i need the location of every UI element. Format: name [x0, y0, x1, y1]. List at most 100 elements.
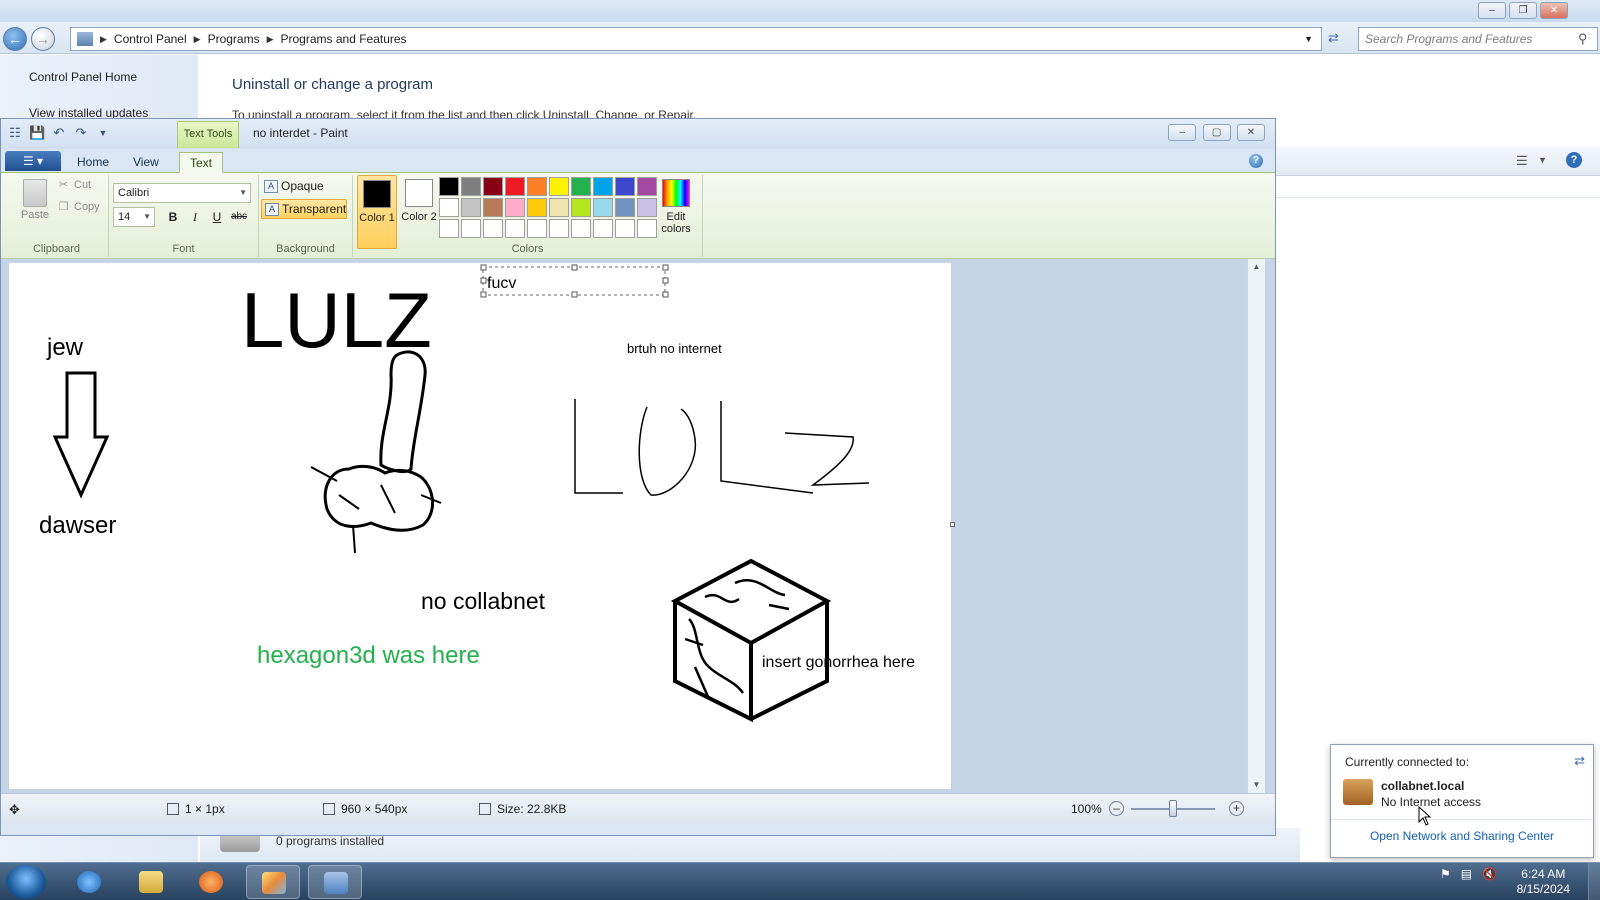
tab-text[interactable]: Text	[179, 152, 224, 173]
palette-color-9[interactable]	[637, 177, 657, 196]
breadcrumb-programs-and-features[interactable]: Programs and Features	[277, 32, 411, 46]
back-button[interactable]: ←	[3, 27, 27, 51]
zoom-in-icon[interactable]: +	[1229, 801, 1244, 816]
taskbar-internet-explorer[interactable]	[62, 865, 116, 899]
paste-label: Paste	[20, 209, 50, 221]
action-center-flag-icon[interactable]: ⚑	[1440, 867, 1451, 881]
network-name[interactable]: collabnet.local	[1381, 779, 1464, 793]
show-desktop-button[interactable]	[1588, 863, 1600, 900]
taskbar-media-player[interactable]	[184, 865, 238, 899]
paint-menu-button[interactable]: ☰ ▾	[5, 151, 61, 171]
view-dropdown-icon[interactable]: ▼	[1538, 155, 1547, 165]
scroll-down-icon[interactable]: ▼	[1248, 777, 1265, 793]
taskbar-explorer[interactable]	[124, 865, 178, 899]
palette-color-25[interactable]	[549, 219, 569, 238]
palette-color-20[interactable]	[439, 219, 459, 238]
palette-color-1[interactable]	[461, 177, 481, 196]
tab-view[interactable]: View	[123, 152, 169, 173]
bold-button[interactable]: B	[163, 207, 183, 227]
font-size-value: 14	[118, 211, 131, 223]
palette-color-7[interactable]	[593, 177, 613, 196]
palette-color-14[interactable]	[527, 198, 547, 217]
customize-qat-icon[interactable]: ▼	[95, 125, 111, 141]
cut-button[interactable]: ✂ Cut	[57, 179, 91, 191]
edit-colors-button[interactable]: Edit colors	[657, 175, 695, 249]
canvas-resize-handle[interactable]	[950, 522, 955, 527]
italic-button[interactable]: I	[185, 207, 205, 227]
taskbar-control-panel[interactable]	[308, 865, 362, 899]
palette-color-0[interactable]	[439, 177, 459, 196]
font-size-select[interactable]: 14 ▼	[113, 207, 155, 227]
palette-color-4[interactable]	[527, 177, 547, 196]
palette-color-10[interactable]	[439, 198, 459, 217]
clock[interactable]: 6:24 AM 8/15/2024	[1517, 867, 1570, 897]
font-family-select[interactable]: Calibri ▼	[113, 183, 251, 203]
palette-color-5[interactable]	[549, 177, 569, 196]
palette-color-19[interactable]	[637, 198, 657, 217]
palette-color-26[interactable]	[571, 219, 591, 238]
drawing-canvas[interactable]: LULZ jew dawser fucv brtuh no internet n…	[9, 263, 951, 789]
strikethrough-button[interactable]: abc	[229, 207, 249, 227]
palette-color-18[interactable]	[615, 198, 635, 217]
zoom-out-icon[interactable]: –	[1109, 801, 1124, 816]
cube-top-drawing	[670, 558, 832, 646]
start-button[interactable]	[6, 865, 46, 899]
copy-button[interactable]: ❐ Copy	[57, 201, 100, 213]
close-button[interactable]: ✕	[1540, 2, 1568, 19]
redo-icon[interactable]: ↷	[73, 125, 89, 141]
refresh-icon[interactable]: ⇄	[1328, 30, 1339, 46]
palette-color-21[interactable]	[461, 219, 481, 238]
search-icon[interactable]: ⚲	[1578, 31, 1588, 47]
view-options-icon[interactable]: ☰	[1516, 153, 1528, 169]
help-icon[interactable]: ?	[1249, 154, 1263, 168]
paste-button[interactable]: Paste	[15, 179, 55, 231]
palette-color-13[interactable]	[505, 198, 525, 217]
undo-icon[interactable]: ↶	[51, 125, 67, 141]
search-input[interactable]: Search Programs and Features	[1358, 27, 1598, 51]
palette-color-29[interactable]	[637, 219, 657, 238]
palette-color-28[interactable]	[615, 219, 635, 238]
control-panel-home-link[interactable]: Control Panel Home	[29, 70, 137, 84]
minimize-button[interactable]: –	[1168, 124, 1197, 141]
transparent-option[interactable]: A Transparent	[261, 199, 347, 219]
palette-color-23[interactable]	[505, 219, 525, 238]
palette-color-2[interactable]	[483, 177, 503, 196]
palette-color-12[interactable]	[483, 198, 503, 217]
minimize-button[interactable]: –	[1478, 2, 1506, 19]
palette-color-11[interactable]	[461, 198, 481, 217]
palette-color-16[interactable]	[571, 198, 591, 217]
color1-button[interactable]: Color 1	[357, 175, 397, 249]
palette-color-22[interactable]	[483, 219, 503, 238]
palette-color-27[interactable]	[593, 219, 613, 238]
network-tray-icon[interactable]: ▤	[1461, 867, 1472, 881]
open-network-center-link[interactable]: Open Network and Sharing Center	[1331, 829, 1593, 843]
close-button[interactable]: ✕	[1237, 124, 1265, 141]
breadcrumb[interactable]: ▶ Control Panel ▶ Programs ▶ Programs an…	[70, 27, 1322, 51]
forward-button[interactable]: →	[31, 27, 55, 51]
zoom-slider-thumb[interactable]	[1169, 800, 1177, 817]
address-dropdown-icon[interactable]: ▼	[1304, 34, 1313, 44]
help-icon[interactable]: ?	[1566, 152, 1582, 168]
scroll-up-icon[interactable]: ▲	[1248, 259, 1265, 275]
palette-color-24[interactable]	[527, 219, 547, 238]
underline-button[interactable]: U	[207, 207, 227, 227]
color2-button[interactable]: Color 2	[399, 175, 439, 249]
maximize-button[interactable]: ▢	[1202, 124, 1231, 141]
palette-color-3[interactable]	[505, 177, 525, 196]
palette-color-8[interactable]	[615, 177, 635, 196]
breadcrumb-programs[interactable]: Programs	[204, 32, 264, 46]
volume-muted-icon[interactable]: 🔇	[1482, 867, 1497, 881]
taskbar-paint[interactable]	[246, 865, 300, 899]
refresh-icon[interactable]: ⇄	[1574, 753, 1585, 769]
palette-color-15[interactable]	[549, 198, 569, 217]
tab-home[interactable]: Home	[67, 152, 119, 173]
color1-swatch	[363, 180, 391, 208]
opaque-option[interactable]: A Opaque	[261, 177, 347, 197]
palette-color-17[interactable]	[593, 198, 613, 217]
vertical-scrollbar[interactable]: ▲ ▼	[1247, 259, 1265, 793]
breadcrumb-control-panel[interactable]: Control Panel	[110, 32, 191, 46]
save-icon[interactable]: 💾	[29, 125, 45, 141]
restore-button[interactable]: ❐	[1509, 2, 1537, 19]
paint-app-icon[interactable]: ☷	[7, 125, 23, 141]
palette-color-6[interactable]	[571, 177, 591, 196]
